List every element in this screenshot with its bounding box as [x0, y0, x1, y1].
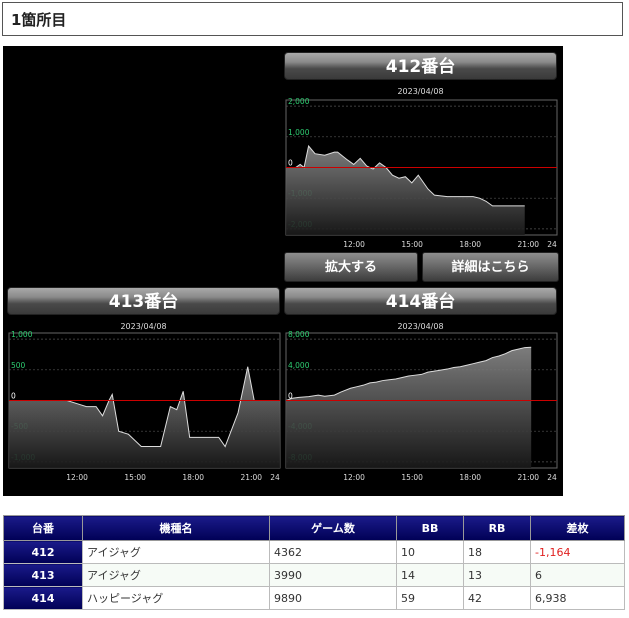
x-tick-label: 15:00: [401, 240, 423, 249]
panel-413-header[interactable]: 413番台: [7, 287, 280, 315]
cell-diff: -1,164: [530, 540, 625, 564]
x-tick-label: 24: [547, 240, 557, 249]
table-header-row: 台番 機種名 ゲーム数 BB RB 差枚: [3, 515, 625, 541]
x-tick-label: 12:00: [343, 240, 365, 249]
y-tick-label: 0: [11, 392, 16, 401]
section-title-box: 1箇所目: [2, 2, 623, 36]
cell-unit[interactable]: 414: [3, 586, 83, 610]
y-tick-label: 500: [11, 361, 26, 370]
cell-games: 9890: [269, 586, 397, 610]
panel-412-date: 2023/04/08: [397, 87, 444, 96]
x-tick-label: 21:00: [517, 473, 539, 482]
x-tick-label: 15:00: [401, 473, 423, 482]
cell-unit[interactable]: 413: [3, 563, 83, 587]
col-header-unit: 台番: [3, 515, 83, 541]
col-header-bb: BB: [396, 515, 464, 541]
cell-bb: 10: [396, 540, 464, 564]
cell-rb: 42: [463, 586, 531, 610]
x-tick-label: 21:00: [240, 473, 262, 482]
panel-412-header[interactable]: 412番台: [284, 52, 557, 80]
cell-diff: 6: [530, 563, 625, 587]
cell-model: ハッピージャグ: [82, 586, 270, 610]
cell-model: アイジャグ: [82, 540, 270, 564]
cell-rb: 18: [463, 540, 531, 564]
panel-412-chart: 2,0001,0000-1,000-2,00012:0015:0018:0021…: [285, 98, 558, 249]
y-tick-label: 2,000: [288, 98, 310, 106]
x-tick-label: 18:00: [459, 240, 481, 249]
cell-unit[interactable]: 412: [3, 540, 83, 564]
machine-table: 台番 機種名 ゲーム数 BB RB 差枚 412 アイジャグ 4362 10 1…: [3, 515, 625, 610]
panel-413-date: 2023/04/08: [120, 322, 167, 331]
table-row[interactable]: 414 ハッピージャグ 9890 59 42 6,938: [3, 586, 625, 610]
col-header-rb: RB: [463, 515, 531, 541]
panel-413-chart: 1,0005000-500-1,00012:0015:0018:0021:002…: [8, 331, 281, 482]
y-tick-label: 1,000: [11, 331, 33, 339]
x-tick-label: 18:00: [182, 473, 204, 482]
panel-414-chart: 8,0004,0000-4,000-8,00012:0015:0018:0021…: [285, 331, 558, 482]
table-row[interactable]: 413 アイジャグ 3990 14 13 6: [3, 563, 625, 587]
cell-games: 4362: [269, 540, 397, 564]
y-tick-label: 0: [288, 159, 293, 168]
cell-games: 3990: [269, 563, 397, 587]
y-tick-label: 1,000: [288, 128, 310, 137]
x-tick-label: 12:00: [66, 473, 88, 482]
x-tick-label: 24: [547, 473, 557, 482]
graph-area: 412番台 2023/04/08 2,0001,0000-1,000-2,000…: [3, 46, 563, 496]
section-title: 1箇所目: [11, 11, 67, 29]
cell-bb: 59: [396, 586, 464, 610]
x-tick-label: 15:00: [124, 473, 146, 482]
col-header-diff: 差枚: [530, 515, 625, 541]
table-row[interactable]: 412 アイジャグ 4362 10 18 -1,164: [3, 540, 625, 564]
panel-414-date: 2023/04/08: [397, 322, 444, 331]
cell-rb: 13: [463, 563, 531, 587]
cell-bb: 14: [396, 563, 464, 587]
x-tick-label: 12:00: [343, 473, 365, 482]
col-header-games: ゲーム数: [269, 515, 397, 541]
x-tick-label: 18:00: [459, 473, 481, 482]
col-header-model: 機種名: [82, 515, 270, 541]
y-tick-label: 8,000: [288, 331, 310, 339]
x-tick-label: 24: [270, 473, 280, 482]
cell-model: アイジャグ: [82, 563, 270, 587]
y-tick-label: 4,000: [288, 361, 310, 370]
x-tick-label: 21:00: [517, 240, 539, 249]
details-button[interactable]: 詳細はこちら: [422, 252, 559, 282]
zoom-button[interactable]: 拡大する: [284, 252, 418, 282]
panel-414-header[interactable]: 414番台: [284, 287, 557, 315]
cell-diff: 6,938: [530, 586, 625, 610]
